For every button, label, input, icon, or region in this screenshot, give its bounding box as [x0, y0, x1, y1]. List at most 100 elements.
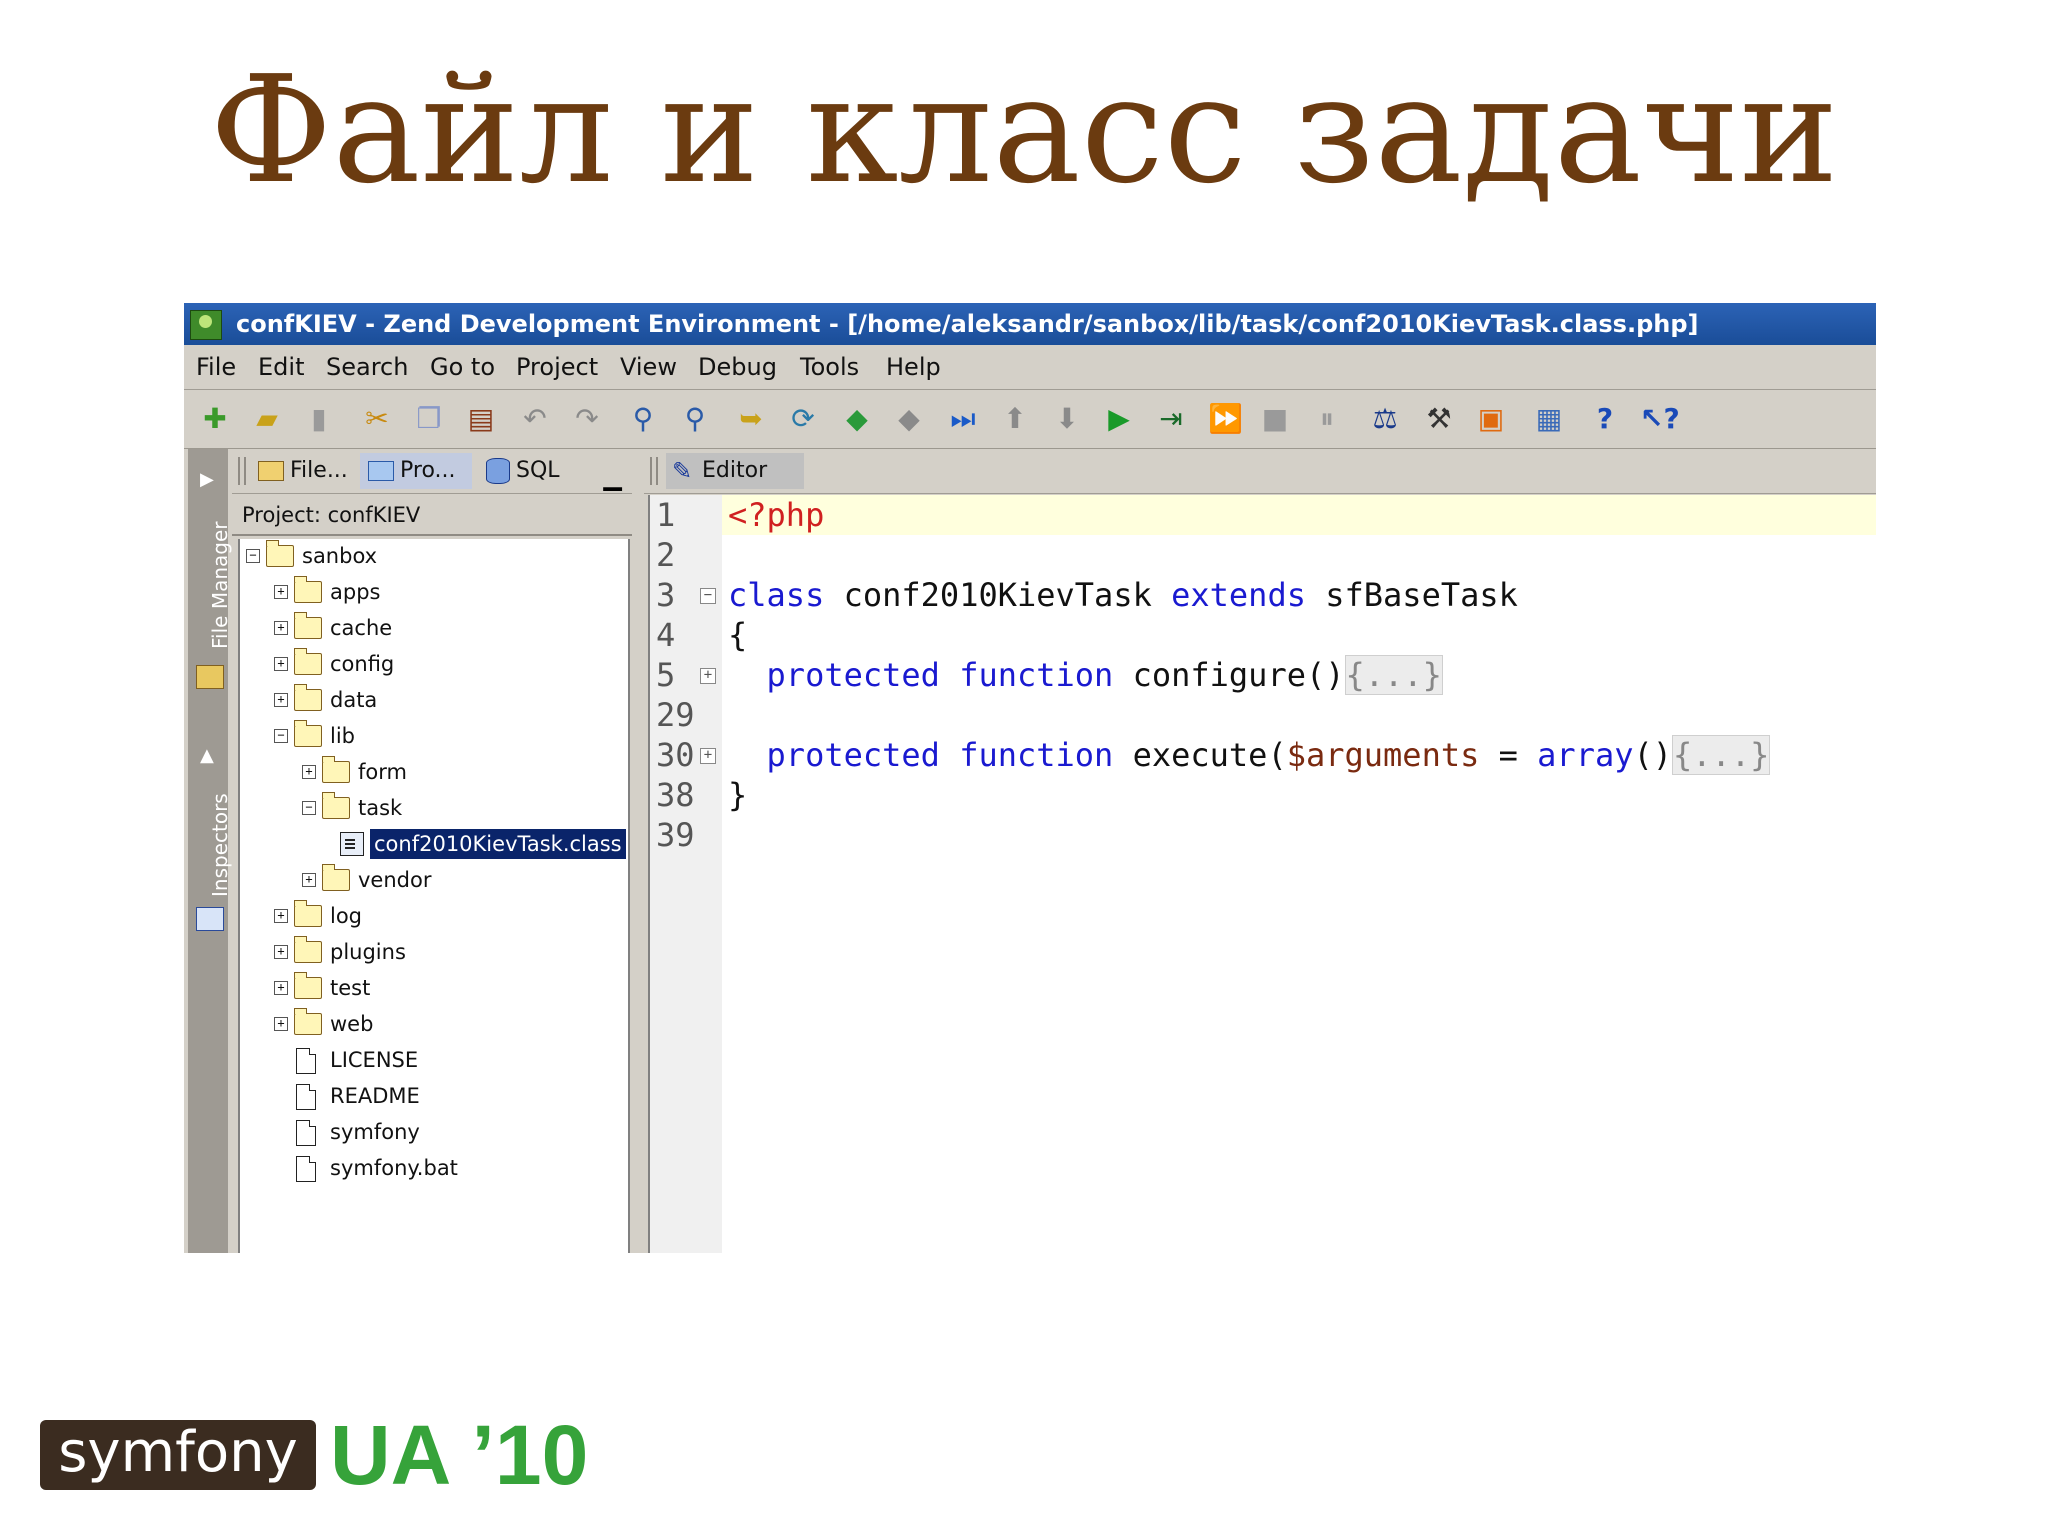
- tree-item-cache[interactable]: + cache: [268, 612, 618, 643]
- menu-view[interactable]: View: [620, 345, 677, 389]
- menu-project[interactable]: Project: [516, 345, 598, 389]
- tab-editor[interactable]: ✎ Editor: [666, 453, 804, 489]
- play-icon[interactable]: ▶: [1104, 404, 1134, 434]
- redo-icon[interactable]: ↷: [572, 404, 602, 434]
- tools-icon[interactable]: ⚒: [1424, 404, 1454, 434]
- collapsed-block[interactable]: {...}: [1344, 655, 1443, 695]
- expand-icon[interactable]: +: [274, 909, 288, 923]
- file-icon: [296, 1048, 316, 1074]
- tree-item-task[interactable]: − task: [296, 792, 616, 823]
- menu-file[interactable]: File: [196, 345, 236, 389]
- inspectors-tab[interactable]: Inspectors: [208, 793, 232, 897]
- step-down-icon[interactable]: ⬇: [1052, 404, 1082, 434]
- code-editor[interactable]: 1 2 3 4 5 29 30 38 39 − + + <?php class …: [648, 495, 1876, 1253]
- file-manager-tab[interactable]: File Manager: [208, 522, 232, 650]
- step-icon[interactable]: ⇥: [1156, 404, 1186, 434]
- context-help-icon[interactable]: ↖?: [1640, 404, 1680, 434]
- expand-icon[interactable]: +: [302, 765, 316, 779]
- calendar-icon[interactable]: ▦: [1534, 404, 1564, 434]
- expand-icon[interactable]: +: [274, 945, 288, 959]
- forward-icon[interactable]: ◆: [894, 404, 924, 434]
- expand-icon[interactable]: +: [274, 585, 288, 599]
- expand-icon[interactable]: +: [274, 693, 288, 707]
- collapse-icon[interactable]: −: [274, 729, 288, 743]
- tab-file[interactable]: File...: [254, 453, 354, 489]
- help-icon[interactable]: ?: [1590, 404, 1620, 434]
- folder-icon: [258, 461, 284, 481]
- grip-handle[interactable]: [650, 457, 652, 485]
- package-icon[interactable]: ▣: [1476, 404, 1506, 434]
- new-file-icon[interactable]: ✚: [200, 404, 230, 434]
- symfony-logo: symfony: [40, 1420, 316, 1490]
- line-number: 5: [656, 656, 676, 694]
- fast-forward-icon[interactable]: ⏩: [1208, 404, 1243, 434]
- paste-icon[interactable]: ▤: [466, 404, 496, 434]
- replace-icon[interactable]: ⚲: [680, 404, 710, 434]
- find-icon[interactable]: ⚲: [628, 404, 658, 434]
- stop-icon[interactable]: ■: [1260, 404, 1290, 434]
- tree-item-data[interactable]: + data: [268, 684, 618, 715]
- goto-icon[interactable]: ➥: [736, 404, 766, 434]
- tree-item-form[interactable]: + form: [296, 756, 616, 787]
- tree-item-readme[interactable]: README: [268, 1081, 618, 1111]
- window-titlebar[interactable]: confKIEV - Zend Development Environment …: [184, 303, 1876, 345]
- menu-help[interactable]: Help: [886, 345, 941, 389]
- tree-item-log[interactable]: + log: [268, 900, 618, 931]
- grip-handle[interactable]: [238, 457, 240, 485]
- collapse-icon[interactable]: −: [302, 801, 316, 815]
- tab-sql[interactable]: SQL: [482, 453, 582, 489]
- collapsed-block[interactable]: {...}: [1672, 735, 1771, 775]
- fold-collapse-icon[interactable]: −: [700, 588, 716, 604]
- tree-item-class-file[interactable]: conf2010KievTask.class: [340, 829, 628, 859]
- fold-expand-icon[interactable]: +: [700, 748, 716, 764]
- refresh-icon[interactable]: ⟳: [788, 404, 818, 434]
- panel-tabs: File... Pro... SQL ▁: [232, 449, 632, 494]
- step-up-icon[interactable]: ⬆: [1000, 404, 1030, 434]
- tree-item-vendor[interactable]: + vendor: [296, 864, 616, 895]
- grip-handle[interactable]: [656, 457, 658, 485]
- folder-icon: [294, 612, 322, 639]
- collapse-arrow-icon[interactable]: ▲: [200, 745, 214, 766]
- expand-icon[interactable]: +: [274, 981, 288, 995]
- pause-icon[interactable]: ⏸: [1312, 404, 1342, 434]
- inspector-icon: [196, 907, 224, 931]
- fold-expand-icon[interactable]: +: [700, 668, 716, 684]
- cut-icon[interactable]: ✂: [362, 404, 392, 434]
- menu-debug[interactable]: Debug: [698, 345, 777, 389]
- run-debug-icon[interactable]: ⏭: [948, 404, 978, 434]
- menu-tools[interactable]: Tools: [800, 345, 859, 389]
- menu-goto[interactable]: Go to: [430, 345, 495, 389]
- tree-item-plugins[interactable]: + plugins: [268, 936, 618, 967]
- tree-item-symfony[interactable]: symfony: [268, 1117, 618, 1147]
- expand-icon[interactable]: +: [274, 657, 288, 671]
- minimize-icon[interactable]: ▁: [604, 463, 622, 491]
- undo-icon[interactable]: ↶: [520, 404, 550, 434]
- grip-handle[interactable]: [244, 457, 246, 485]
- tree-item-web[interactable]: + web: [268, 1008, 618, 1039]
- side-strip: ▶ File Manager ▲ Inspectors: [188, 449, 232, 1253]
- folder-icon: [322, 864, 350, 891]
- tree-item-test[interactable]: + test: [268, 972, 618, 1003]
- expand-icon[interactable]: +: [274, 621, 288, 635]
- expand-icon[interactable]: +: [274, 1017, 288, 1031]
- menu-edit[interactable]: Edit: [258, 345, 304, 389]
- file-icon: [296, 1120, 316, 1146]
- tab-project[interactable]: Pro...: [360, 453, 472, 489]
- window-title: confKIEV - Zend Development Environment …: [236, 310, 1699, 338]
- tree-item-symfony-bat[interactable]: symfony.bat: [268, 1153, 618, 1183]
- back-icon[interactable]: ◆: [842, 404, 872, 434]
- collapse-icon[interactable]: −: [246, 549, 260, 563]
- profile-icon[interactable]: ⚖: [1370, 404, 1400, 434]
- expand-icon[interactable]: +: [302, 873, 316, 887]
- expand-arrow-icon[interactable]: ▶: [200, 469, 214, 490]
- tree-item-license[interactable]: LICENSE: [268, 1045, 618, 1075]
- tree-item-config[interactable]: + config: [268, 648, 618, 679]
- tree-item-lib[interactable]: − lib: [268, 720, 618, 751]
- tree-item-apps[interactable]: + apps: [268, 576, 618, 607]
- open-file-icon[interactable]: ▰: [252, 404, 282, 434]
- line-number: 3: [656, 576, 676, 614]
- menu-search[interactable]: Search: [326, 345, 408, 389]
- save-icon[interactable]: ▮: [304, 404, 334, 434]
- tree-item-sanbox[interactable]: − sanbox: [240, 540, 620, 571]
- copy-icon[interactable]: ❐: [414, 404, 444, 434]
